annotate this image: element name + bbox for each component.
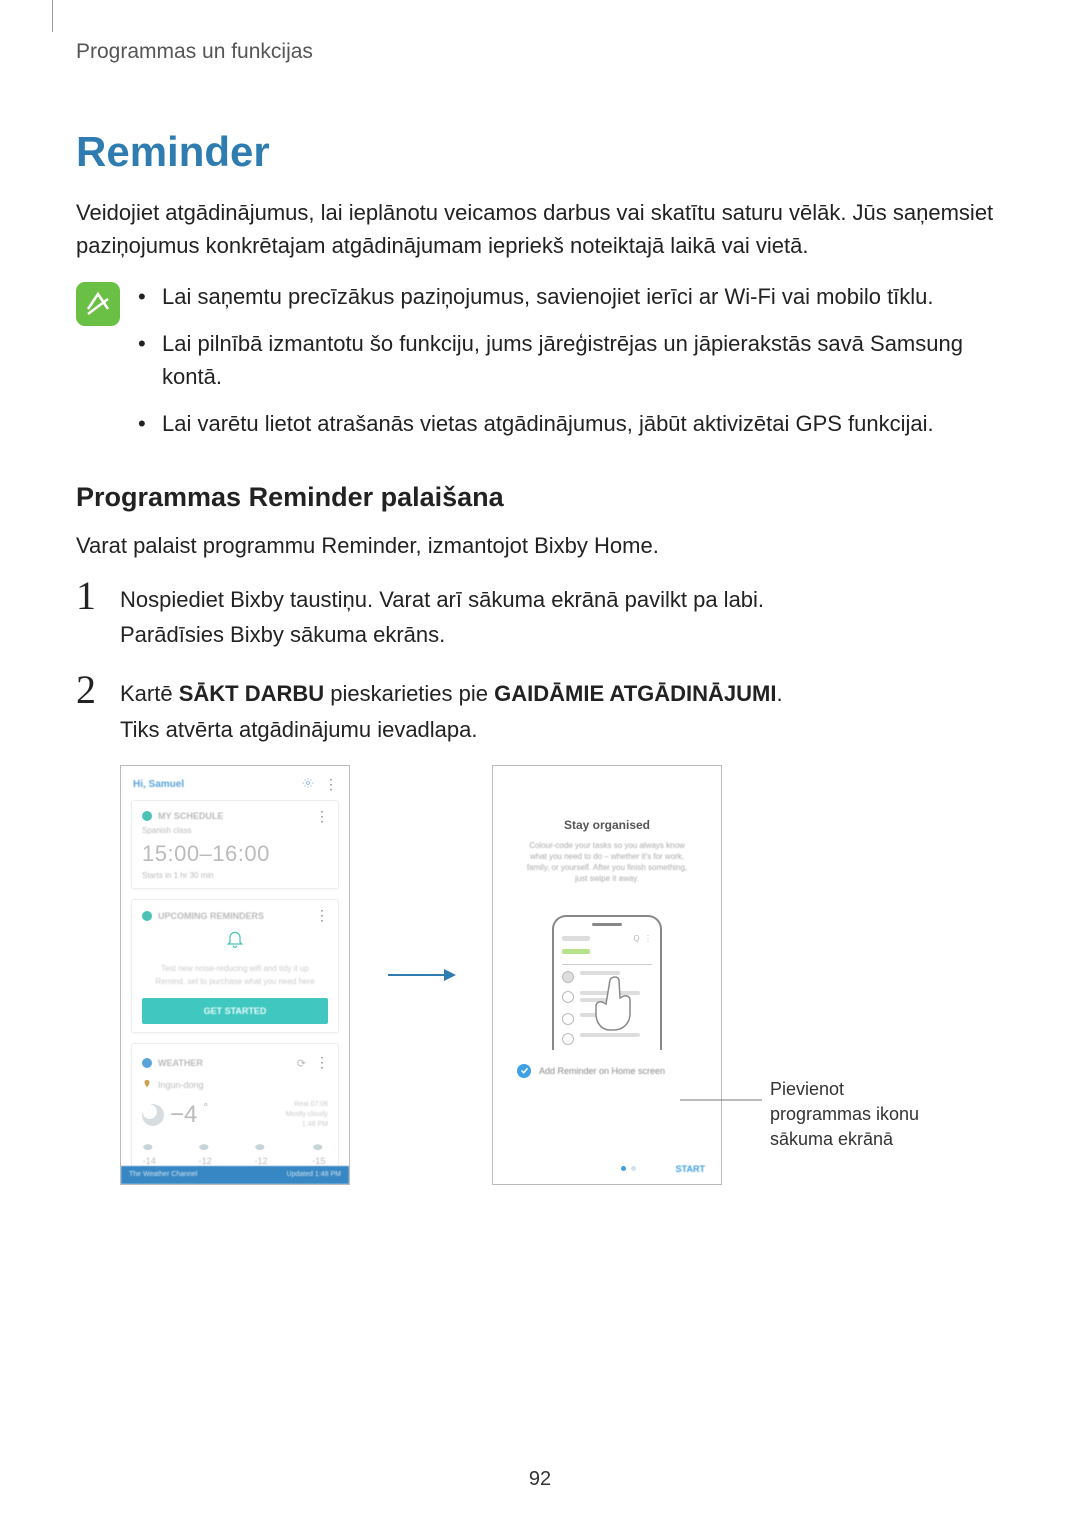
- more-icon: ⋮: [324, 779, 337, 790]
- weather-detail: 1:48 PM: [286, 1120, 328, 1130]
- weather-detail: Mostly cloudy: [286, 1110, 328, 1120]
- page-number: 92: [0, 1468, 1080, 1491]
- section-title: Reminder: [76, 128, 1004, 176]
- intro-paragraph: Veidojiet atgādinājumus, lai ieplānotu v…: [76, 196, 1004, 262]
- start-link[interactable]: START: [676, 1164, 705, 1174]
- bixby-home-screenshot: Hi, Samuel ⋮ MY SCHEDULE ⋮ Spanish class…: [120, 765, 350, 1185]
- card-chip: WEATHER: [158, 1058, 203, 1068]
- more-icon: ⋮: [315, 910, 328, 921]
- add-home-label: Add Reminder on Home screen: [539, 1066, 665, 1076]
- get-started-button[interactable]: GET STARTED: [142, 998, 328, 1024]
- card-desc: Remind. set to purchase what you need he…: [142, 977, 328, 986]
- card-desc: Test new noise-reducing wifi and tidy it…: [142, 964, 328, 973]
- pin-icon: [142, 1076, 152, 1094]
- gear-icon: [302, 776, 314, 794]
- greeting-text: Hi, Samuel: [133, 779, 184, 790]
- checkmark-icon[interactable]: [517, 1064, 531, 1078]
- refresh-icon: ⟳: [297, 1058, 306, 1070]
- step-text: Tiks atvērta atgādinājumu ievadlapa.: [120, 712, 783, 747]
- arrow-icon: [386, 965, 456, 985]
- step-text: Kartē SĀKT DARBU pieskarieties pie GAIDĀ…: [120, 676, 783, 711]
- mini-phone-illustration: Q ⋮: [552, 915, 662, 1050]
- subsection-title: Programmas Reminder palaišana: [76, 482, 1004, 513]
- step-number: 1: [76, 576, 104, 652]
- note-icon: [76, 282, 120, 326]
- card-chip: MY SCHEDULE: [158, 811, 223, 821]
- footer-text: Updated 1:48 PM: [287, 1171, 341, 1178]
- note-item: Lai pilnībā izmantotu šo funkciju, jums …: [138, 327, 1004, 393]
- step-text: Parādīsies Bixby sākuma ekrāns.: [120, 617, 764, 652]
- step-number: 2: [76, 670, 104, 746]
- page-dots: [621, 1166, 636, 1171]
- reminder-intro-screenshot: Stay organised Colour-code your tasks so…: [492, 765, 722, 1185]
- hand-icon: [592, 974, 638, 1032]
- subsection-intro: Varat palaist programmu Reminder, izmant…: [76, 529, 1004, 562]
- intro-title: Stay organised: [513, 818, 701, 832]
- step-text: Nospiediet Bixby taustiņu. Varat arī sāk…: [120, 582, 764, 617]
- more-icon: ⋮: [315, 811, 328, 822]
- location-text: Ingun-dong: [158, 1080, 204, 1090]
- breadcrumb: Programmas un funkcijas: [76, 40, 1004, 64]
- card-caption: Starts in 1 hr 30 min: [142, 871, 328, 880]
- callout-text: Pievienot programmas ikonu sākuma ekrānā: [770, 1077, 950, 1153]
- temperature: −4: [170, 1101, 197, 1129]
- callout-line: [680, 1099, 762, 1101]
- card-time: 15:00–16:00: [142, 841, 328, 867]
- weather-detail: Real 07:06: [286, 1100, 328, 1110]
- card-subtitle: Spanish class: [142, 826, 328, 835]
- bell-icon: [142, 929, 328, 960]
- footer-text: The Weather Channel: [129, 1171, 197, 1178]
- note-item: Lai saņemtu precīzākus paziņojumus, savi…: [138, 280, 1004, 313]
- more-icon: ⋮: [315, 1054, 328, 1070]
- cloud-icon: [142, 1104, 164, 1126]
- card-chip: UPCOMING REMINDERS: [158, 911, 264, 921]
- intro-desc: Colour-code your tasks so you always kno…: [513, 840, 701, 885]
- note-item: Lai varētu lietot atrašanās vietas atgād…: [138, 407, 1004, 440]
